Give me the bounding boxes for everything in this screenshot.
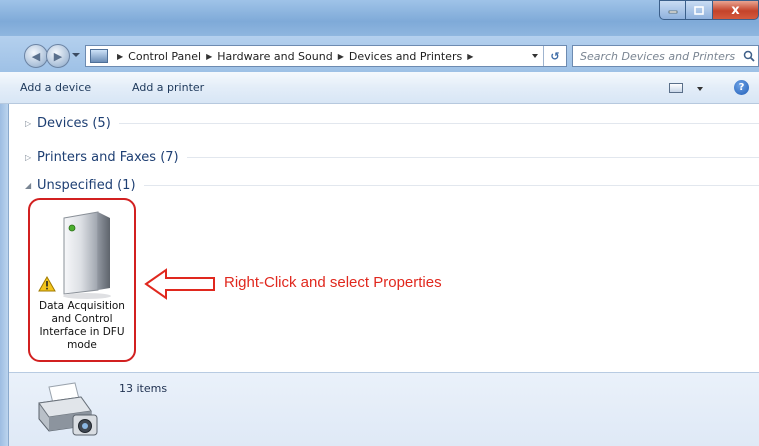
breadcrumb-separator[interactable]: ▶ bbox=[338, 52, 344, 61]
group-devices-label: Devices (5) bbox=[37, 115, 111, 131]
search-icon[interactable] bbox=[743, 50, 755, 62]
breadcrumb: ▶ Control Panel ▶ Hardware and Sound ▶ D… bbox=[112, 50, 478, 63]
group-unspecified-label: Unspecified (1) bbox=[37, 177, 136, 193]
maximize-icon bbox=[694, 5, 704, 15]
breadcrumb-control-panel[interactable]: Control Panel bbox=[128, 50, 201, 63]
group-divider bbox=[143, 184, 759, 186]
minimize-icon bbox=[668, 10, 677, 14]
help-icon[interactable]: ? bbox=[734, 80, 749, 95]
change-view-icon[interactable] bbox=[669, 83, 683, 93]
address-dropdown-icon[interactable] bbox=[532, 54, 538, 58]
close-icon: x bbox=[731, 2, 740, 18]
device-tower-icon bbox=[63, 211, 111, 299]
details-pane: 13 items bbox=[9, 372, 759, 446]
callout-arrow-icon bbox=[144, 268, 215, 300]
maximize-button[interactable] bbox=[686, 0, 713, 20]
breadcrumb-separator[interactable]: ▶ bbox=[206, 52, 212, 61]
window-controls: x bbox=[659, 0, 759, 21]
minimize-button[interactable] bbox=[659, 0, 686, 20]
navigation-pane-edge bbox=[0, 104, 9, 446]
refresh-icon: ↺ bbox=[550, 49, 560, 63]
breadcrumb-devices-and-printers[interactable]: Devices and Printers bbox=[349, 50, 462, 63]
close-button[interactable]: x bbox=[713, 0, 759, 20]
forward-arrow-icon: ▶ bbox=[53, 49, 63, 63]
command-bar: Add a device Add a printer ? bbox=[0, 72, 759, 104]
title-bar: x bbox=[0, 0, 759, 36]
back-button[interactable]: ◀ bbox=[24, 44, 48, 68]
device-label-line: Interface in DFU bbox=[39, 326, 125, 338]
refresh-button[interactable]: ↺ bbox=[543, 46, 566, 66]
instruction-annotation: Right-Click and select Properties bbox=[224, 274, 442, 291]
navigation-bar: ◀ ▶ ▶ Control Panel ▶ Hardware and Sound… bbox=[0, 36, 759, 72]
group-divider bbox=[118, 122, 759, 124]
search-box[interactable]: Search Devices and Printers bbox=[572, 45, 759, 67]
breadcrumb-separator[interactable]: ▶ bbox=[117, 52, 123, 61]
group-printers-and-faxes[interactable]: ▷ Printers and Faxes (7) bbox=[25, 148, 759, 166]
back-arrow-icon: ◀ bbox=[31, 49, 41, 63]
device-label-line: mode bbox=[67, 339, 97, 351]
add-printer-button[interactable]: Add a printer bbox=[132, 81, 204, 94]
device-label-line: Data Acquisition bbox=[39, 300, 125, 312]
device-label-line: and Control bbox=[51, 313, 113, 325]
address-bar[interactable]: ▶ Control Panel ▶ Hardware and Sound ▶ D… bbox=[85, 45, 567, 67]
recent-pages-dropdown[interactable] bbox=[72, 53, 80, 57]
forward-button[interactable]: ▶ bbox=[46, 44, 70, 68]
group-unspecified[interactable]: ◢ Unspecified (1) bbox=[25, 176, 759, 194]
items-count: 13 items bbox=[119, 382, 168, 395]
add-device-button[interactable]: Add a device bbox=[20, 81, 91, 94]
expand-arrow-icon[interactable]: ▷ bbox=[25, 153, 37, 162]
warning-icon bbox=[38, 276, 56, 292]
group-printers-label: Printers and Faxes (7) bbox=[37, 149, 179, 165]
device-item-daq-dfu[interactable]: Data Acquisition and Control Interface i… bbox=[28, 198, 136, 362]
breadcrumb-hardware-and-sound[interactable]: Hardware and Sound bbox=[217, 50, 332, 63]
breadcrumb-separator[interactable]: ▶ bbox=[467, 52, 473, 61]
control-panel-icon bbox=[90, 49, 108, 63]
expand-arrow-icon[interactable]: ▷ bbox=[25, 119, 37, 128]
group-divider bbox=[186, 156, 759, 158]
device-label: Data Acquisition and Control Interface i… bbox=[32, 300, 132, 352]
printer-camera-icon bbox=[38, 382, 98, 436]
group-devices[interactable]: ▷ Devices (5) bbox=[25, 114, 759, 132]
search-placeholder: Search Devices and Printers bbox=[580, 50, 736, 63]
view-dropdown-icon[interactable] bbox=[697, 87, 703, 91]
collapse-arrow-icon[interactable]: ◢ bbox=[25, 181, 37, 190]
